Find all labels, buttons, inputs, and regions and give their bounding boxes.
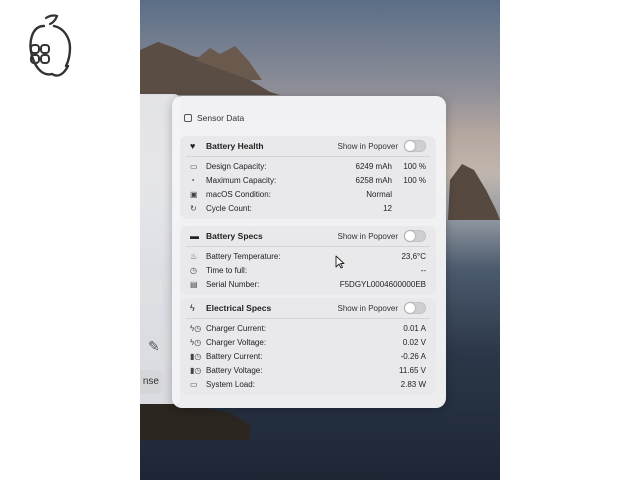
wallpaper-rock <box>448 164 500 220</box>
row-percent: 100 % <box>403 175 426 185</box>
row-value: F5DGYL0004600000EB <box>339 279 426 289</box>
laptop-icon: ▭ <box>190 380 198 390</box>
section-title: Battery Health <box>206 141 264 151</box>
wallpaper-cliff <box>140 42 280 95</box>
row-value: 0.01 A <box>403 323 426 333</box>
row-label: Charger Voltage: <box>206 337 267 347</box>
battery-specs-card: ▬ Battery Specs Show in Popover ♨ Batter… <box>180 226 436 295</box>
list-item: ♨ Battery Temperature: 23,6°C <box>180 249 436 263</box>
list-item: ▮◷ Battery Current: -0.26 A <box>180 349 436 363</box>
row-label: System Load: <box>206 380 255 390</box>
section-header: ϟ Electrical Specs Show in Popover <box>180 298 436 318</box>
sensor-data-panel: Sensor Data ♥ Battery Health Show in Pop… <box>172 96 446 408</box>
bolt-icon: ϟ <box>190 303 195 313</box>
background-window-field[interactable] <box>140 280 162 304</box>
document-icon: ▤ <box>190 279 198 289</box>
row-value: Normal <box>366 189 392 199</box>
clock-icon: ◷ <box>190 265 197 275</box>
show-in-popover-label: Show in Popover <box>337 141 398 151</box>
row-value: 23,6°C <box>401 251 426 261</box>
row-value: -0.26 A <box>400 351 426 361</box>
list-item: ▭ Design Capacity: 6249 mAh 100 % <box>180 159 436 173</box>
thermometer-icon: ♨ <box>190 251 198 261</box>
list-item: ▮◷ Battery Voltage: 11.65 V <box>180 364 436 378</box>
list-item: ◔ Maximum Capacity: 6258 mAh 100 % <box>180 173 436 187</box>
row-percent: 100 % <box>403 161 426 171</box>
panel-title: Sensor Data <box>197 113 245 123</box>
list-item: ϟ◷ Charger Current: 0.01 A <box>180 321 436 335</box>
shield-icon: ▣ <box>190 189 198 199</box>
cycle-icon: ↻ <box>190 204 197 214</box>
mouse-cursor-icon <box>335 255 345 269</box>
section-header: ♥ Battery Health Show in Popover <box>180 136 436 156</box>
show-in-popover-toggle[interactable] <box>404 230 426 242</box>
row-label: Cycle Count: <box>206 204 252 214</box>
bolt-gauge-icon: ϟ◷ <box>190 323 202 333</box>
list-item: ▭ System Load: 2.83 W <box>180 378 436 392</box>
row-value: 6249 mAh <box>355 161 392 171</box>
background-window-button[interactable]: nse <box>140 370 162 394</box>
row-label: Time to full: <box>206 265 248 275</box>
battery-gauge-icon: ▮◷ <box>190 366 202 376</box>
section-header: ▬ Battery Specs Show in Popover <box>180 226 436 246</box>
list-item: ↻ Cycle Count: 12 <box>180 202 436 216</box>
battery-gear-icon: ◔ <box>190 175 195 185</box>
list-item: ◷ Time to full: -- <box>180 263 436 277</box>
battery-health-card: ♥ Battery Health Show in Popover ▭ Desig… <box>180 136 436 219</box>
row-label: Battery Temperature: <box>206 251 281 261</box>
show-in-popover-label: Show in Popover <box>337 231 398 241</box>
row-label: macOS Condition: <box>206 189 271 199</box>
show-in-popover-toggle[interactable] <box>404 140 426 152</box>
heart-icon: ♥ <box>190 141 196 151</box>
battery-icon: ▬ <box>190 231 199 241</box>
row-label: Serial Number: <box>206 279 260 289</box>
battery-gauge-icon: ▮◷ <box>190 351 202 361</box>
compass-icon[interactable]: ✎ <box>148 338 164 354</box>
row-value: 12 <box>383 204 392 214</box>
row-value: 6258 mAh <box>355 175 392 185</box>
row-label: Battery Current: <box>206 351 263 361</box>
row-value: 0.02 V <box>402 337 426 347</box>
electrical-specs-card: ϟ Electrical Specs Show in Popover ϟ◷ Ch… <box>180 298 436 395</box>
list-item: ▤ Serial Number: F5DGYL0004600000EB <box>180 277 436 291</box>
list-item: ϟ◷ Charger Voltage: 0.02 V <box>180 335 436 349</box>
list-item: ▣ macOS Condition: Normal <box>180 187 436 201</box>
bolt-gauge-icon: ϟ◷ <box>190 337 202 347</box>
row-value: -- <box>420 265 426 275</box>
row-value: 2.83 W <box>400 380 426 390</box>
row-label: Maximum Capacity: <box>206 175 277 185</box>
battery-icon: ▭ <box>190 161 198 171</box>
apple-logo-icon <box>29 14 72 77</box>
row-label: Design Capacity: <box>206 161 267 171</box>
panel-header: Sensor Data <box>184 113 244 123</box>
show-in-popover-toggle[interactable] <box>404 302 426 314</box>
sensor-icon <box>184 114 192 122</box>
section-title: Electrical Specs <box>206 303 272 313</box>
section-title: Battery Specs <box>206 231 263 241</box>
row-value: 11.65 V <box>399 366 426 376</box>
show-in-popover-label: Show in Popover <box>337 303 398 313</box>
row-label: Battery Voltage: <box>206 366 263 376</box>
row-label: Charger Current: <box>206 323 267 333</box>
